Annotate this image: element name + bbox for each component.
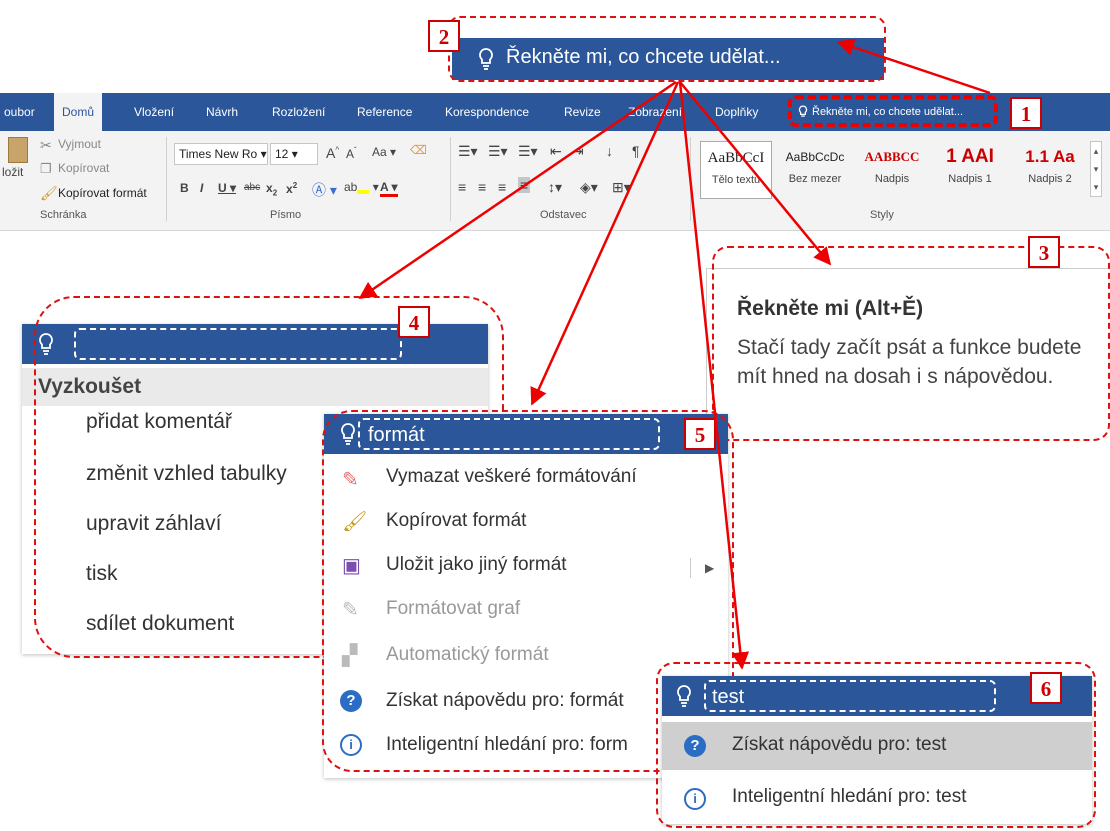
arrow-2-to-3 [679, 81, 832, 266]
arrow-1-to-2 [836, 38, 991, 95]
callout-arrows [358, 38, 991, 670]
arrow-2-to-6 [678, 81, 750, 670]
